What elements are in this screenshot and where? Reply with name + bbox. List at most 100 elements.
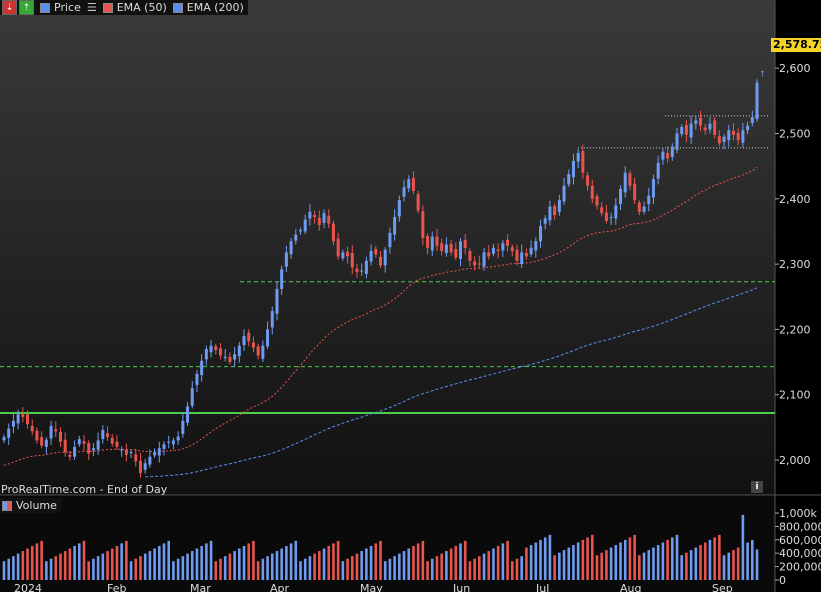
candle-body [355, 268, 359, 272]
volume-bar [209, 540, 213, 580]
volume-bar [181, 556, 185, 580]
candle-body [670, 146, 674, 158]
volume-bar [313, 553, 316, 580]
candle-body [275, 288, 279, 314]
volume-bar [26, 548, 29, 580]
candle-body [463, 239, 467, 248]
volume-bar [270, 553, 274, 580]
candle-body [567, 173, 571, 185]
legend-ema50[interactable]: EMA (50) [102, 1, 167, 14]
candle-body [524, 252, 528, 257]
x-tick-label: Sep [712, 582, 733, 592]
arrow-up-icon[interactable]: ⇡ [19, 0, 34, 15]
volume-bar [529, 545, 533, 580]
volume-bar [732, 550, 735, 580]
candle-body [449, 243, 453, 253]
volume-bar [125, 540, 128, 580]
candle-body [562, 185, 566, 202]
volume-bar [16, 553, 20, 580]
legend-ema200[interactable]: EMA (200) [172, 1, 244, 14]
volume-tick-label: 200,000 [779, 561, 821, 574]
candle-body [346, 251, 350, 257]
volume-bar [388, 558, 392, 580]
candle-body [393, 217, 397, 235]
volume-bar [261, 558, 265, 580]
legend-price[interactable]: Price [40, 1, 81, 14]
volume-bar [369, 545, 373, 580]
candle-body [162, 444, 166, 449]
candle-body [421, 211, 425, 238]
candle-body [675, 133, 679, 150]
candle-body [195, 373, 199, 385]
volume-bar [736, 547, 740, 580]
volume-bar [275, 551, 279, 580]
volume-bar [35, 543, 39, 580]
volume-bar [445, 551, 448, 580]
price-chart[interactable]: 2,600 2,500 2,400 2,300 2,200 2,100 2,000 ↑ 2024… [0, 0, 821, 592]
volume-bar [12, 556, 15, 580]
candle-body [336, 238, 340, 257]
volume-bar [718, 534, 721, 580]
volume-bar [59, 553, 62, 580]
x-tick-label: Jun [452, 582, 470, 592]
info-icon[interactable]: i [751, 481, 763, 493]
volume-bar [167, 540, 171, 580]
candle-body [317, 217, 321, 225]
volume-bar [7, 558, 11, 580]
candle-body [313, 215, 317, 218]
candle-body [379, 256, 382, 266]
candle-body [294, 234, 298, 241]
candle-body [435, 236, 439, 246]
volume-bar [190, 551, 194, 580]
arrow-down-icon[interactable]: ⇣ [2, 0, 17, 15]
volume-bar [63, 551, 67, 580]
volume-bar [402, 551, 406, 580]
candle-body [619, 189, 623, 205]
volume-bar [562, 550, 566, 580]
candle-body [11, 420, 15, 427]
volume-bar [623, 539, 627, 580]
candle-body [322, 213, 326, 223]
candle-body [557, 200, 561, 212]
candle-body [416, 194, 420, 211]
volume-label-text: Volume [16, 499, 57, 512]
candle-body [303, 219, 307, 232]
volume-bar [2, 561, 6, 580]
volume-bar [576, 542, 580, 580]
candle-body [369, 251, 373, 262]
candle-body [520, 252, 524, 265]
candle-body [482, 252, 486, 267]
volume-bar [558, 552, 561, 580]
candle-body [101, 429, 105, 440]
candle-body [614, 205, 618, 219]
candle-body [576, 153, 580, 162]
candle-body [534, 241, 538, 251]
volume-bar [355, 553, 359, 580]
list-lines-icon[interactable]: ☰ [87, 1, 97, 14]
candle-body [506, 239, 510, 246]
candle-body [176, 436, 180, 441]
volume-bar [548, 534, 552, 580]
volume-bar [567, 547, 571, 580]
volume-bar [468, 561, 472, 580]
candle-body [228, 356, 232, 363]
volume-bar [205, 543, 208, 580]
volume-bar [638, 555, 641, 580]
legend-swatch-ema200 [172, 2, 183, 13]
candle-body [595, 196, 599, 206]
volume-bar [750, 539, 754, 580]
volume-bar [534, 542, 538, 580]
volume-bar [30, 545, 34, 580]
candle-body [548, 206, 552, 221]
legend-label-ema200: EMA (200) [186, 1, 244, 14]
volume-bar [421, 540, 425, 580]
volume-bar [106, 551, 109, 580]
volume-panel-label: Volume [0, 498, 61, 513]
candle-body [666, 153, 670, 159]
candle-body [242, 335, 246, 346]
volume-bar [78, 543, 81, 580]
candle-body [200, 360, 204, 376]
candle-body [167, 441, 171, 443]
price-panel-bg [0, 0, 775, 495]
x-tick-label: Apr [270, 582, 290, 592]
